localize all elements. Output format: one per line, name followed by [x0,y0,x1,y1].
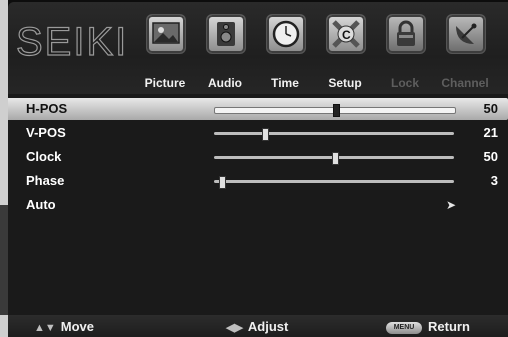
tab-setup[interactable]: C Setup [314,10,376,94]
setting-value: 50 [483,101,498,116]
tab-lock[interactable]: Lock [374,10,436,94]
tab-label: Setup [328,76,362,90]
return-label: Return [428,319,470,334]
menu-key-icon: MENU [386,321,422,334]
svg-text:C: C [342,28,351,42]
adjust-label: Adjust [247,319,289,334]
tab-label: Channel [441,76,489,90]
slider-thumb[interactable] [332,152,339,165]
v-pos-slider[interactable] [214,128,454,141]
clock-icon [266,14,306,54]
move-label: Move [60,319,95,334]
up-down-arrows-icon: ▲▼ [34,322,56,334]
h-pos-slider[interactable] [214,104,456,117]
adjust-hint: ◀▶ Adjust [226,319,288,334]
menu-header: SEIKI Picture Audio Time C Setup Lock Ch… [8,2,508,94]
picture-icon [146,14,186,54]
tab-time[interactable]: Time [254,10,316,94]
setting-label: V-POS [26,125,66,140]
setting-row-h-pos[interactable]: H-POS 50 [8,98,508,120]
setting-value: 21 [483,125,498,140]
setup-icon: C [326,14,366,54]
phase-slider[interactable] [214,176,454,189]
setting-label: Auto [26,197,56,212]
footer-hints: ▲▼ Move ◀▶ Adjust MENU Return [8,315,508,337]
setting-row-phase[interactable]: Phase 3 [8,170,508,192]
osd-menu: SEIKI Picture Audio Time C Setup Lock Ch… [8,2,508,337]
tab-label: Audio [208,76,242,90]
audio-speaker-icon [206,14,246,54]
slider-thumb[interactable] [333,104,340,117]
move-hint: ▲▼ Move [34,319,94,334]
brand-logo: SEIKI [15,19,129,64]
setting-row-v-pos[interactable]: V-POS 21 [8,122,508,144]
left-right-arrows-icon: ◀▶ [226,322,243,334]
setting-label: H-POS [26,101,68,116]
tab-picture[interactable]: Picture [134,10,196,94]
setting-value: 50 [483,149,498,164]
setting-row-clock[interactable]: Clock 50 [8,146,508,168]
tab-channel[interactable]: Channel [434,10,496,94]
setting-label: Clock [26,149,62,164]
tab-label: Time [271,76,299,90]
tv-bezel-left [0,0,8,337]
tab-label: Lock [390,76,419,90]
satellite-dish-icon [446,14,486,54]
setting-value: 3 [490,173,498,188]
slider-thumb[interactable] [262,128,270,141]
tab-label: Picture [144,76,186,90]
tab-audio[interactable]: Audio [194,10,256,94]
return-hint: MENU Return [386,319,470,334]
lock-icon [386,14,426,54]
setting-label: Phase [26,173,65,188]
slider-thumb[interactable] [219,176,227,189]
bezel-shadow [0,205,8,315]
clock-slider[interactable] [214,152,454,165]
setting-row-auto[interactable]: Auto ➤ [8,194,508,216]
chevron-right-icon: ➤ [446,198,457,212]
